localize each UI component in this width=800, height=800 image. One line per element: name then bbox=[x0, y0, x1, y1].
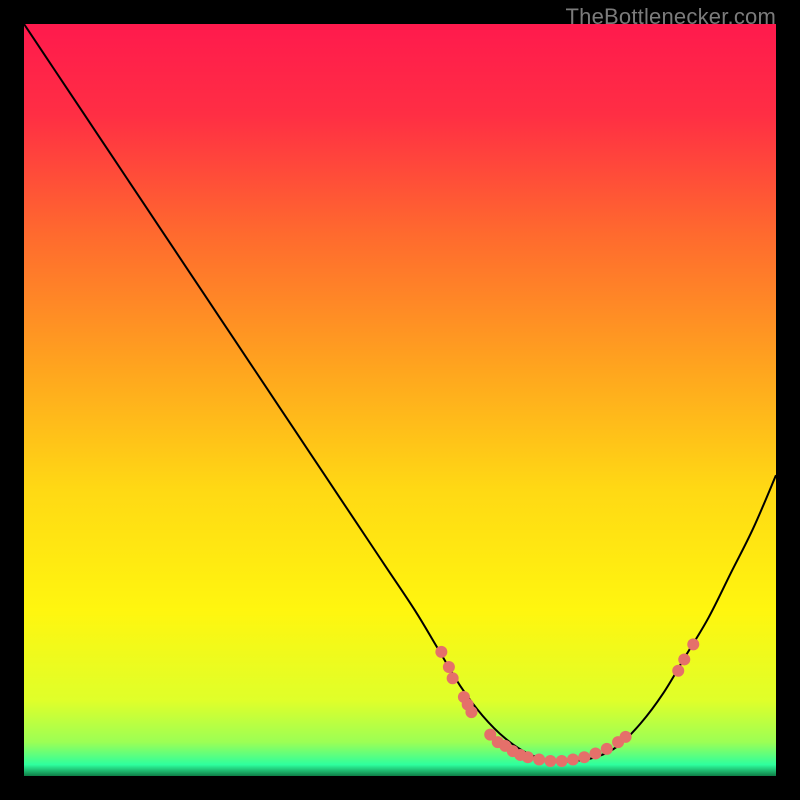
watermark-text: TheBottlenecker.com bbox=[566, 4, 776, 30]
marker-point bbox=[435, 646, 447, 658]
marker-point bbox=[601, 743, 613, 755]
marker-point bbox=[533, 753, 545, 765]
marker-point bbox=[567, 753, 579, 765]
marker-point bbox=[687, 638, 699, 650]
marker-point bbox=[590, 747, 602, 759]
marker-point bbox=[447, 672, 459, 684]
marker-point bbox=[465, 706, 477, 718]
marker-point bbox=[620, 731, 632, 743]
marker-point bbox=[556, 755, 568, 767]
marker-point bbox=[672, 665, 684, 677]
chart-background bbox=[24, 24, 776, 776]
marker-point bbox=[544, 755, 556, 767]
marker-point bbox=[443, 661, 455, 673]
chart-frame bbox=[24, 24, 776, 776]
marker-point bbox=[578, 751, 590, 763]
bottleneck-chart bbox=[24, 24, 776, 776]
marker-point bbox=[522, 751, 534, 763]
marker-point bbox=[678, 653, 690, 665]
